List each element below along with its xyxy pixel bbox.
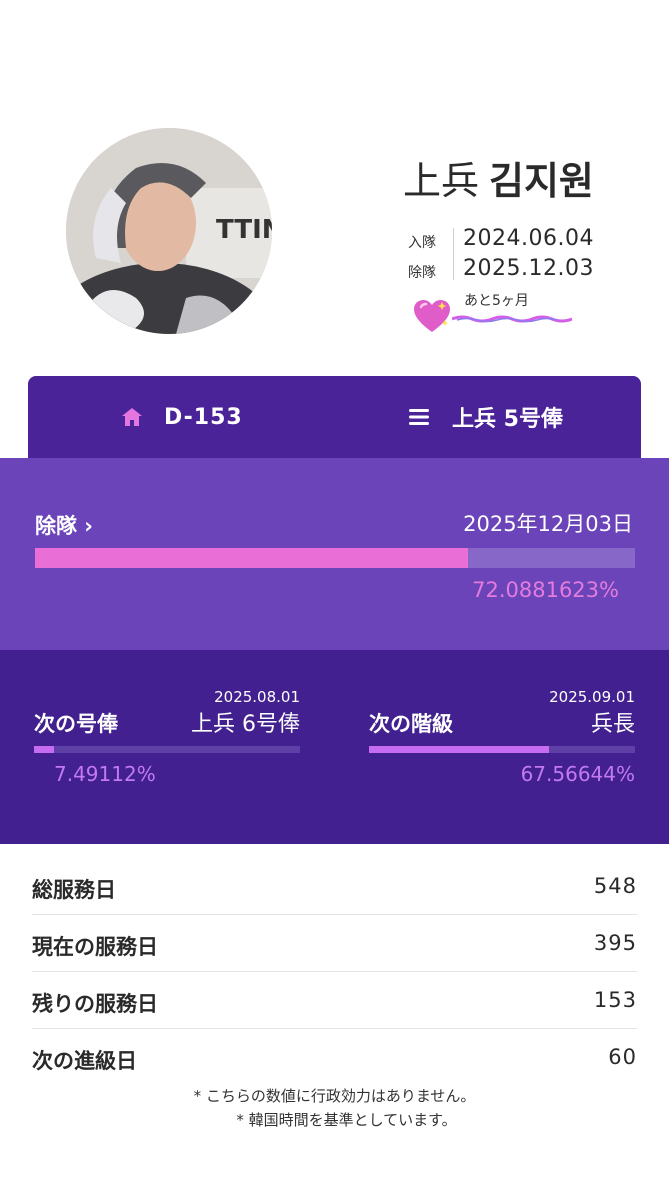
stat-label: 次の進級日 bbox=[32, 1049, 137, 1073]
stat-label: 総服務日 bbox=[32, 878, 116, 902]
stat-label: 残りの服務日 bbox=[32, 992, 158, 1016]
discharge-label: 除隊 bbox=[408, 265, 436, 281]
discharge-row: 除隊 2025.12.03 bbox=[408, 254, 648, 284]
remaining-text: あと5ヶ月 bbox=[464, 293, 529, 309]
next-pay-percent: 7.49112% bbox=[54, 762, 156, 786]
next-rank-title: 次の階級 bbox=[369, 712, 453, 736]
home-icon bbox=[122, 408, 142, 426]
disclaimer-line: * 韓国時間を基準としています。 bbox=[236, 1111, 457, 1129]
discharge-section: 除隊 › 2025年12月03日 72.0881623% bbox=[0, 458, 669, 650]
next-rank-target: 兵長 bbox=[590, 712, 635, 737]
service-stats: 総服務日 548 現在の服務日 395 残りの服務日 153 次の進級日 60 bbox=[32, 858, 637, 1086]
discharge-link[interactable]: 除隊 › bbox=[35, 510, 93, 540]
next-pay-track bbox=[34, 746, 300, 753]
next-pay-title: 次の号俸 bbox=[34, 712, 118, 736]
stat-value: 153 bbox=[593, 988, 637, 1012]
dday-app-page: TTIN 上兵김지원 入隊 2024.06.04 除隊 2025.12.03 bbox=[0, 0, 669, 1200]
discharge-progress-fill bbox=[35, 548, 468, 568]
stat-value: 548 bbox=[593, 874, 637, 898]
next-pay-date: 2025.08.01 bbox=[214, 688, 300, 706]
rank-pay-label: 上兵 5号俸 bbox=[452, 407, 563, 432]
discharge-progress-track bbox=[35, 548, 635, 568]
disclaimer-line: * こちらの数値に行政効力はありません。 bbox=[193, 1087, 476, 1105]
next-pay-fill bbox=[34, 746, 54, 753]
remaining-months: あと5ヶ月 bbox=[412, 290, 612, 334]
stat-row: 次の進級日 60 bbox=[32, 1029, 637, 1086]
next-rank-date: 2025.09.01 bbox=[549, 688, 635, 706]
svg-text:TTIN: TTIN bbox=[216, 215, 272, 245]
stat-row: 残りの服務日 153 bbox=[32, 972, 637, 1029]
disclaimer-notes: * こちらの数値に行政効力はありません。 * 韓国時間を基準としています。 bbox=[0, 1084, 669, 1132]
stat-value: 395 bbox=[593, 931, 637, 955]
profile-name: 김지원 bbox=[489, 159, 594, 203]
discharge-full-date: 2025年12月03日 bbox=[463, 512, 633, 536]
enlist-row: 入隊 2024.06.04 bbox=[408, 224, 648, 254]
dday-button[interactable]: D-153 bbox=[120, 376, 243, 458]
rank-pay-button[interactable]: 上兵 5号俸 bbox=[408, 376, 563, 458]
next-rank-percent: 67.56644% bbox=[520, 762, 635, 786]
next-pay-target: 上兵 6号俸 bbox=[191, 712, 300, 737]
stat-value: 60 bbox=[608, 1045, 637, 1069]
menu-icon bbox=[409, 409, 429, 425]
stat-row: 総服務日 548 bbox=[32, 858, 637, 915]
enlist-date: 2024.06.04 bbox=[463, 226, 594, 251]
avatar[interactable]: TTIN bbox=[66, 128, 272, 334]
service-dates: 入隊 2024.06.04 除隊 2025.12.03 bbox=[408, 224, 648, 284]
profile-name-line: 上兵 김지원 bbox=[403, 150, 594, 205]
profile-rank: 上兵 bbox=[403, 159, 480, 203]
sparkle-underline bbox=[452, 315, 572, 323]
top-tab-bar: D-153 上兵 5号俸 bbox=[28, 376, 641, 458]
next-section: 2025.08.01 次の号俸 上兵 6号俸 7.49112% 2025.09.… bbox=[0, 650, 669, 844]
sparkling-heart-icon bbox=[414, 300, 450, 332]
avatar-photo: TTIN bbox=[66, 128, 272, 334]
enlist-label: 入隊 bbox=[408, 235, 436, 251]
stat-label: 現在の服務日 bbox=[32, 935, 158, 959]
next-rank-track bbox=[369, 746, 635, 753]
discharge-percent: 72.0881623% bbox=[472, 578, 619, 602]
next-rank-card[interactable]: 2025.09.01 次の階級 兵長 67.56644% bbox=[369, 650, 635, 844]
next-rank-fill bbox=[369, 746, 549, 753]
dday-label: D-153 bbox=[164, 404, 243, 430]
next-pay-card[interactable]: 2025.08.01 次の号俸 上兵 6号俸 7.49112% bbox=[34, 650, 300, 844]
discharge-date: 2025.12.03 bbox=[463, 256, 594, 281]
stat-row: 現在の服務日 395 bbox=[32, 915, 637, 972]
